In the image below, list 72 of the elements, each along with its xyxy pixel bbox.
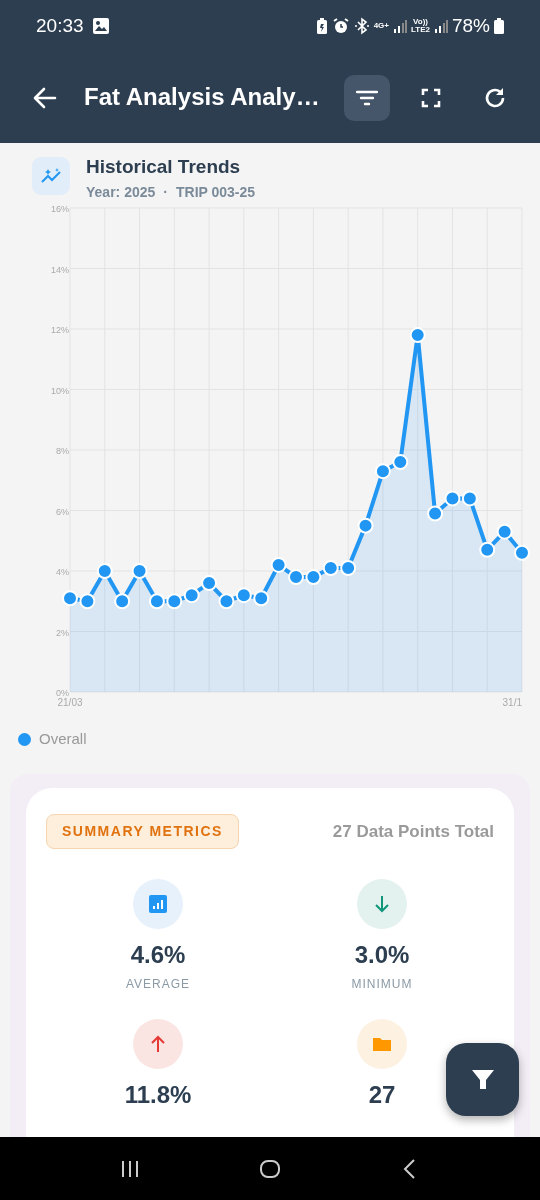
lte-text: LTE2 bbox=[411, 26, 430, 34]
page-title: Fat Analysis Analy… bbox=[84, 83, 320, 112]
separator-dot: · bbox=[163, 182, 168, 202]
point bbox=[340, 559, 357, 576]
point bbox=[461, 490, 478, 507]
trend-icon bbox=[32, 157, 70, 195]
y-axis-label: 12% bbox=[51, 324, 69, 335]
alarm-icon bbox=[331, 17, 350, 35]
point bbox=[270, 556, 287, 573]
point bbox=[131, 562, 148, 579]
point bbox=[496, 523, 513, 540]
point bbox=[96, 562, 113, 579]
filter-icon bbox=[356, 88, 378, 107]
y-axis-label: 10% bbox=[51, 385, 69, 396]
volte-text: Vo)) bbox=[413, 18, 428, 26]
point bbox=[114, 593, 131, 610]
section-badge: SUMMARY METRICS bbox=[46, 814, 239, 850]
trip-text: TRIP 003-25 bbox=[175, 182, 256, 202]
fullscreen-icon bbox=[421, 87, 441, 108]
point bbox=[201, 574, 218, 591]
legend-label: Overall bbox=[39, 728, 87, 749]
signal-icon bbox=[393, 18, 407, 34]
point bbox=[514, 544, 530, 561]
bar-chart-icon bbox=[133, 879, 183, 930]
metric-value: 11.8% bbox=[124, 1083, 192, 1108]
point bbox=[62, 590, 78, 607]
point bbox=[79, 593, 96, 610]
bluetooth-icon bbox=[353, 17, 370, 35]
filter-button[interactable] bbox=[344, 74, 390, 121]
folder-icon bbox=[357, 1019, 407, 1070]
point bbox=[288, 568, 304, 585]
y-axis-label: 2% bbox=[56, 627, 69, 638]
metric-label: MINIMUM bbox=[351, 976, 413, 994]
metric-value: 3.0% bbox=[354, 943, 410, 968]
point bbox=[322, 559, 339, 576]
section-title: Historical Trends bbox=[86, 157, 242, 178]
image-icon bbox=[91, 17, 110, 35]
filter-fab[interactable] bbox=[446, 1043, 519, 1116]
y-axis-label: 0% bbox=[56, 687, 69, 698]
point bbox=[479, 541, 496, 558]
year-text: Year: 2025 bbox=[86, 182, 156, 202]
point bbox=[444, 490, 461, 507]
point bbox=[235, 587, 252, 604]
point bbox=[305, 568, 322, 585]
y-axis-label: 16% bbox=[51, 203, 69, 214]
y-axis-label: 8% bbox=[56, 445, 69, 456]
signal-icon bbox=[433, 18, 448, 34]
point bbox=[427, 505, 444, 522]
home-icon bbox=[259, 1157, 281, 1180]
point bbox=[183, 587, 200, 604]
metric-value: 27 bbox=[368, 1083, 396, 1108]
point bbox=[357, 517, 374, 534]
point bbox=[166, 593, 183, 610]
y-axis-label: 14% bbox=[51, 264, 69, 275]
metric-value: 4.6% bbox=[130, 943, 186, 968]
battery-text: 78% bbox=[451, 13, 490, 38]
total-count-text: 27 Data Points Total bbox=[332, 821, 494, 844]
point bbox=[253, 590, 270, 607]
metric-label: AVERAGE bbox=[125, 976, 191, 994]
x-axis-label: 21/03 bbox=[57, 696, 83, 708]
point bbox=[218, 593, 235, 610]
point bbox=[148, 593, 165, 610]
point bbox=[392, 453, 409, 470]
y-axis-label: 4% bbox=[56, 566, 69, 577]
clock-text: 20:33 bbox=[36, 13, 84, 38]
x-axis-label: 31/1 bbox=[502, 696, 522, 708]
point bbox=[409, 326, 426, 343]
battery-saver-icon bbox=[315, 17, 328, 35]
point bbox=[374, 463, 391, 480]
network-type-text: 4G+ bbox=[373, 22, 389, 30]
y-axis-label: 6% bbox=[56, 506, 69, 517]
battery-icon bbox=[494, 18, 504, 34]
